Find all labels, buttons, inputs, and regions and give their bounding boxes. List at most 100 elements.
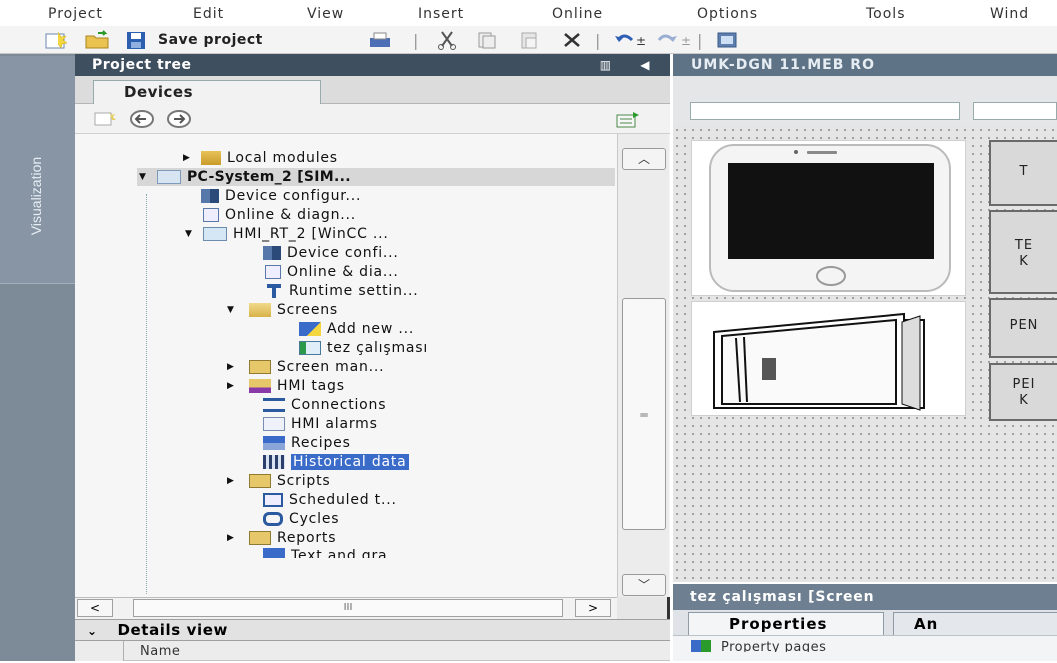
- open-project-icon[interactable]: [84, 30, 112, 50]
- menu-view[interactable]: View: [307, 6, 344, 22]
- expand-arrow-icon[interactable]: ▶: [227, 476, 239, 486]
- redo-icon[interactable]: ±: [655, 30, 695, 50]
- editor-toolbar: [673, 76, 1057, 126]
- tree-item-local-modules[interactable]: ▶ Local modules: [183, 149, 338, 167]
- tree-item-hmi-alarms[interactable]: HMI alarms: [263, 415, 378, 433]
- menu-tools[interactable]: Tools: [866, 6, 906, 22]
- tree-item-connections[interactable]: Connections: [263, 396, 386, 414]
- tree-item-hmi-rt[interactable]: ▼ HMI_RT_2 [WinCC ...: [185, 225, 389, 243]
- phone-image[interactable]: [691, 140, 966, 296]
- window-image[interactable]: [691, 301, 966, 416]
- tree-item-screens[interactable]: ▼ Screens: [227, 301, 338, 319]
- chevron-down-icon[interactable]: ⌄: [87, 624, 98, 638]
- scroll-down-button[interactable]: ﹀: [622, 574, 666, 596]
- hmi-button-1[interactable]: T: [989, 140, 1057, 206]
- hscroll-thumb[interactable]: III: [133, 599, 563, 617]
- tree-item-device-configuration[interactable]: Device configur...: [183, 187, 361, 205]
- tree-item-recipes[interactable]: Recipes: [263, 434, 351, 452]
- screen-management-icon: [249, 360, 271, 374]
- details-view-title: Details view: [117, 621, 228, 639]
- project-tree: ▶ Local modules ▼ PC-System_2 [SIM... De…: [75, 134, 670, 597]
- tree-item-label: Historical data: [291, 454, 409, 470]
- tab-devices[interactable]: Devices: [93, 80, 321, 104]
- compile-icon[interactable]: [715, 30, 741, 50]
- scheduled-tasks-icon: [263, 493, 283, 507]
- tree-item-scheduled-tasks[interactable]: Scheduled t...: [263, 491, 397, 509]
- tree-item-online-diag-hmi[interactable]: Online & dia...: [263, 263, 399, 281]
- tree-item-text-graphics[interactable]: Text and gra...: [263, 548, 403, 558]
- tree-item-device-config-hmi[interactable]: Device confi...: [263, 244, 399, 262]
- menu-options[interactable]: Options: [697, 6, 758, 22]
- tree-vertical-scrollbar[interactable]: ︿ ═ ﹀: [617, 134, 669, 597]
- project-tree-header: Project tree ▥ ◀: [75, 54, 670, 76]
- visualization-tab[interactable]: Visualization: [0, 56, 75, 284]
- expand-arrow-icon[interactable]: ▶: [183, 153, 195, 163]
- menu-window[interactable]: Wind: [990, 6, 1029, 22]
- scroll-right-button[interactable]: >: [575, 599, 611, 617]
- menu-online[interactable]: Online: [552, 6, 603, 22]
- tree-item-pc-system[interactable]: ▼ PC-System_2 [SIM...: [137, 168, 615, 186]
- new-project-icon[interactable]: [44, 30, 70, 50]
- tree-item-reports[interactable]: ▶ Reports: [227, 529, 336, 547]
- tree-horizontal-scrollbar[interactable]: < III >: [75, 597, 617, 619]
- tree-item-label: Screen man...: [277, 359, 385, 375]
- tree-item-scripts[interactable]: ▶ Scripts: [227, 472, 331, 490]
- menu-bar: Project Edit View Insert Online Options …: [0, 0, 1057, 26]
- scroll-up-button[interactable]: ︿: [622, 148, 666, 170]
- dock-icon[interactable]: ▥: [600, 58, 612, 72]
- screen-canvas[interactable]: T TE K PEN PEI K: [673, 126, 1057, 582]
- separator: |: [413, 30, 419, 50]
- tree-item-add-new-screen[interactable]: Add new ...: [299, 320, 414, 338]
- tree-item-label: Runtime settin...: [289, 283, 419, 299]
- hmi-button-2[interactable]: TE K: [989, 210, 1057, 294]
- collapse-left-icon[interactable]: ◀: [640, 58, 650, 72]
- save-project-button[interactable]: Save project: [124, 30, 263, 50]
- expand-arrow-icon[interactable]: ▶: [227, 533, 239, 543]
- tree-item-cycles[interactable]: Cycles: [263, 510, 339, 528]
- print-icon[interactable]: [367, 30, 393, 50]
- text-graphics-icon: [263, 548, 285, 558]
- tree-item-online-diagnostics[interactable]: Online & diagn...: [183, 206, 356, 224]
- cut-icon[interactable]: [436, 30, 460, 50]
- menu-project[interactable]: Project: [48, 6, 103, 22]
- menu-edit[interactable]: Edit: [193, 6, 224, 22]
- tree-item-label: HMI_RT_2 [WinCC ...: [233, 226, 389, 242]
- alarms-icon: [263, 417, 285, 431]
- copy-icon[interactable]: [475, 30, 499, 50]
- collapse-arrow-icon[interactable]: ▼: [139, 172, 151, 182]
- tree-item-runtime-settings[interactable]: Runtime settin...: [263, 282, 419, 300]
- tree-item-screen-management[interactable]: ▶ Screen man...: [227, 358, 384, 376]
- expand-arrow-icon[interactable]: ▶: [227, 381, 239, 391]
- tab-animations[interactable]: An: [893, 612, 1057, 635]
- tree-item-historical-data[interactable]: Historical data: [263, 453, 409, 471]
- details-view-header[interactable]: ⌄ Details view: [75, 619, 670, 641]
- column-header-name[interactable]: Name: [123, 641, 670, 661]
- tree-item-hmi-tags[interactable]: ▶ HMI tags: [227, 377, 345, 395]
- overview-icon[interactable]: [615, 110, 643, 128]
- scroll-thumb[interactable]: ═: [622, 298, 666, 530]
- scroll-left-button[interactable]: <: [77, 599, 113, 617]
- tree-item-label: Connections: [291, 397, 387, 413]
- tree-item-label: Online & diagn...: [225, 207, 357, 223]
- hmi-button-3[interactable]: PEN: [989, 298, 1057, 358]
- historical-data-icon: [263, 455, 285, 469]
- expand-arrow-icon[interactable]: ▶: [227, 362, 239, 372]
- tree-item-screen-tez-calismasi[interactable]: tez çalışması: [299, 339, 428, 357]
- tab-properties[interactable]: Properties: [688, 612, 884, 635]
- delete-icon[interactable]: [560, 30, 584, 50]
- paste-icon[interactable]: [518, 30, 542, 50]
- menu-insert[interactable]: Insert: [418, 6, 464, 22]
- new-item-icon[interactable]: [93, 110, 121, 128]
- back-icon[interactable]: [129, 109, 155, 129]
- hmi-button-4[interactable]: PEI K: [989, 363, 1057, 421]
- device-config-icon: [263, 246, 281, 260]
- editor-field[interactable]: [690, 102, 960, 120]
- collapse-arrow-icon[interactable]: ▼: [185, 229, 197, 239]
- property-pages-link[interactable]: Property pages: [691, 640, 826, 652]
- pc-station-icon: [157, 170, 181, 184]
- forward-icon[interactable]: [166, 109, 192, 129]
- inspector-row: Property pages: [673, 635, 1057, 661]
- editor-field[interactable]: [973, 102, 1057, 120]
- collapse-arrow-icon[interactable]: ▼: [227, 305, 239, 315]
- undo-icon[interactable]: ±: [612, 30, 652, 50]
